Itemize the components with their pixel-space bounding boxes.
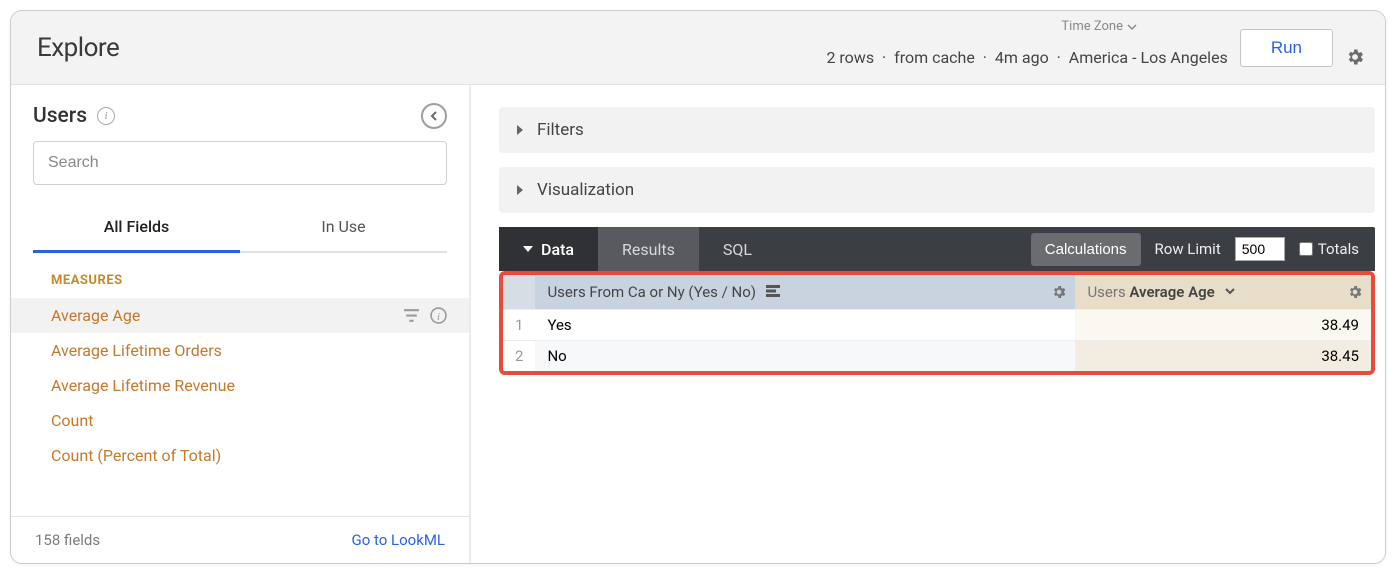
filter-icon[interactable] [403, 307, 420, 324]
field-count: 158 fields [35, 531, 100, 549]
sidebar-title: Users [33, 104, 87, 128]
search-input[interactable] [33, 141, 447, 185]
pivot-icon[interactable] [766, 283, 780, 295]
row-number-header [503, 275, 535, 310]
data-tab[interactable]: Data [499, 227, 598, 271]
measure-count[interactable]: Count [11, 403, 469, 438]
cell-measure[interactable]: 38.45 [1075, 341, 1371, 372]
timezone-selector[interactable]: Time Zone [1061, 19, 1137, 34]
totals-checkbox[interactable]: Totals [1299, 240, 1359, 258]
data-tabbar: Data Results SQL Calculations Row Limit … [499, 227, 1375, 271]
collapse-sidebar-button[interactable] [421, 103, 447, 129]
top-bar: Explore Time Zone 2 rows · from cache · … [11, 11, 1385, 85]
go-to-lookml-link[interactable]: Go to LookML [352, 531, 446, 549]
table-row[interactable]: 1 Yes 38.49 [503, 310, 1371, 341]
tab-all-fields[interactable]: All Fields [33, 205, 240, 253]
measure-avg-lifetime-revenue[interactable]: Average Lifetime Revenue [11, 368, 469, 403]
measure-header[interactable]: Users Average Age [1075, 275, 1371, 310]
info-icon[interactable]: i [97, 107, 115, 125]
run-button[interactable]: Run [1240, 29, 1333, 67]
cell-dimension[interactable]: Yes [535, 310, 1075, 341]
gear-icon[interactable] [1347, 284, 1363, 300]
chevron-down-icon [1224, 283, 1236, 301]
results-table: Users From Ca or Ny (Yes / No) Users Ave… [503, 275, 1371, 371]
field-picker-sidebar: Users i All Fields In Use MEASURES Avera… [11, 85, 471, 563]
measure-avg-lifetime-orders[interactable]: Average Lifetime Orders [11, 333, 469, 368]
calculations-button[interactable]: Calculations [1031, 233, 1141, 266]
measures-section-label: MEASURES [11, 253, 469, 298]
main-pane: Filters Visualization Data Results SQL C… [471, 85, 1385, 563]
row-limit-input[interactable] [1235, 237, 1285, 261]
gear-icon[interactable] [1051, 284, 1067, 300]
measure-average-age[interactable]: Average Age i [11, 298, 469, 333]
info-icon[interactable]: i [430, 307, 447, 324]
results-tab[interactable]: Results [598, 227, 699, 271]
chevron-right-icon [517, 125, 523, 135]
page-title: Explore [37, 33, 119, 63]
gear-icon[interactable] [1345, 47, 1365, 67]
query-status: 2 rows · from cache · 4m ago · America -… [826, 48, 1227, 67]
cell-measure[interactable]: 38.49 [1075, 310, 1371, 341]
filters-section[interactable]: Filters [499, 107, 1375, 153]
svg-text:i: i [437, 312, 440, 323]
tab-in-use[interactable]: In Use [240, 205, 447, 253]
sql-tab[interactable]: SQL [699, 227, 776, 271]
dimension-header[interactable]: Users From Ca or Ny (Yes / No) [535, 275, 1075, 310]
cell-dimension[interactable]: No [535, 341, 1075, 372]
measure-count-percent[interactable]: Count (Percent of Total) [11, 438, 469, 473]
results-table-highlight: Users From Ca or Ny (Yes / No) Users Ave… [499, 271, 1375, 375]
chevron-down-icon [523, 246, 533, 252]
row-limit-label: Row Limit [1155, 240, 1221, 258]
visualization-section[interactable]: Visualization [499, 167, 1375, 213]
table-row[interactable]: 2 No 38.45 [503, 341, 1371, 372]
chevron-right-icon [517, 185, 523, 195]
